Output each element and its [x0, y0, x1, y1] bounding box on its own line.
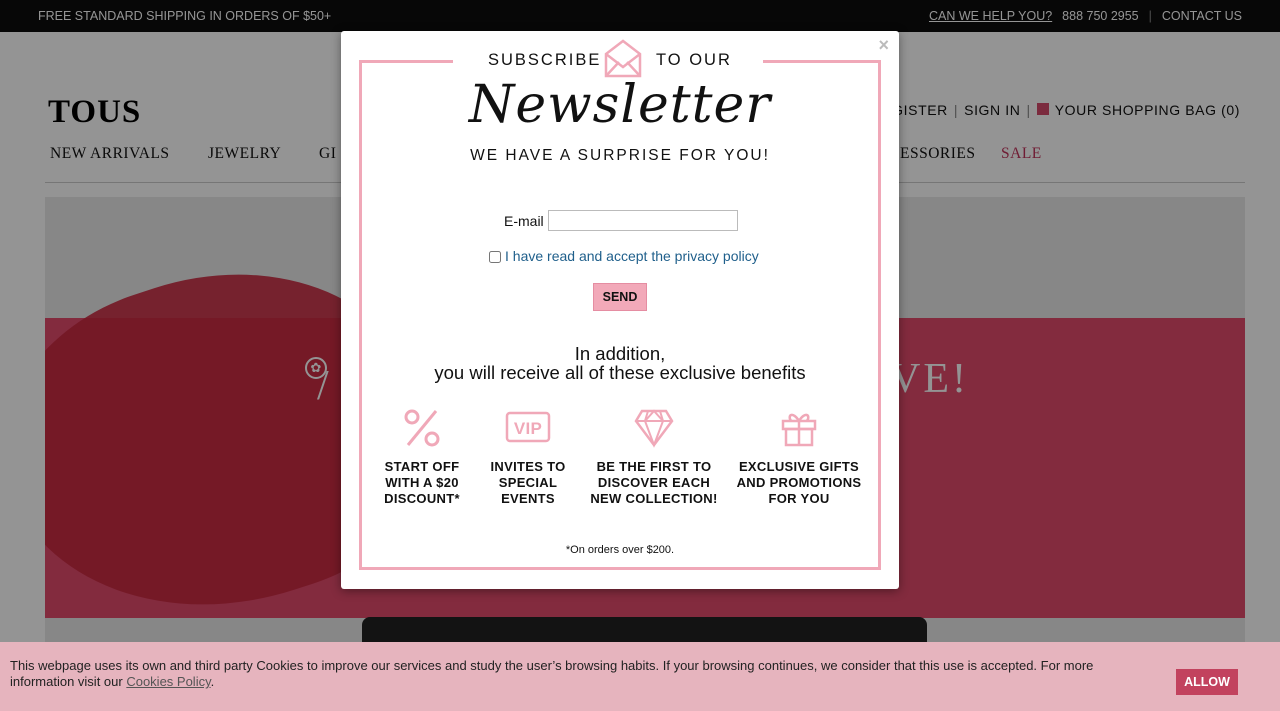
allow-cookies-button[interactable]: ALLOW — [1176, 669, 1238, 695]
svg-text:VIP: VIP — [514, 419, 542, 438]
footnote: *On orders over $200. — [565, 544, 675, 556]
send-button[interactable]: SEND — [593, 283, 647, 311]
privacy-checkbox[interactable] — [489, 251, 501, 263]
benefit-gifts: EXCLUSIVE GIFTS AND PROMOTIONS FOR YOU — [733, 407, 865, 507]
privacy-policy-link[interactable]: I have read and accept the privacy polic… — [505, 248, 759, 264]
benefits-heading-line1: In addition, — [574, 343, 666, 364]
vip-icon: VIP — [505, 411, 551, 443]
benefit-collection: BE THE FIRST TO DISCOVER EACH NEW COLLEC… — [589, 407, 719, 507]
email-row: E-mail — [504, 210, 738, 231]
subscribe-text: SUBSCRIBE — [488, 51, 602, 69]
cookie-banner: This webpage uses its own and third part… — [0, 642, 1280, 711]
benefits-heading: In addition, you will receive all of the… — [341, 344, 899, 382]
email-label: E-mail — [504, 212, 544, 229]
close-icon[interactable]: × — [878, 35, 889, 56]
benefit-line: BE THE FIRST TO — [596, 459, 712, 474]
benefits-heading-line2: you will receive all of these exclusive … — [434, 362, 806, 383]
benefit-line: FOR YOU — [768, 491, 830, 506]
benefit-line: DISCOVER EACH — [597, 475, 711, 490]
newsletter-modal: × SUBSCRIBE TO OUR Newsletter WE HAVE A … — [341, 31, 899, 589]
benefit-line: INVITES TO — [490, 459, 566, 474]
benefit-line: EVENTS — [501, 491, 555, 506]
surprise-heading: WE HAVE A SURPRISE FOR YOU! — [470, 147, 770, 164]
newsletter-title: Newsletter — [468, 75, 772, 135]
envelope-icon — [604, 39, 642, 78]
benefit-line: WITH A $20 — [385, 475, 459, 490]
benefit-line: NEW COLLECTION! — [590, 491, 718, 506]
benefit-line: START OFF — [384, 459, 460, 474]
gift-icon — [781, 413, 817, 447]
to-our-text: TO OUR — [656, 51, 732, 69]
benefit-discount: START OFF WITH A $20 DISCOUNT* — [379, 407, 465, 507]
benefit-line: SPECIAL — [498, 475, 558, 490]
benefit-line: DISCOUNT* — [384, 491, 460, 506]
benefit-vip: VIP INVITES TO SPECIAL EVENTS — [483, 407, 573, 507]
benefit-line: EXCLUSIVE GIFTS — [738, 459, 860, 474]
cookie-text-end: . — [210, 674, 215, 689]
benefit-line: AND PROMOTIONS — [736, 475, 862, 490]
percent-icon — [404, 409, 440, 447]
privacy-row: I have read and accept the privacy polic… — [489, 248, 759, 264]
diamond-icon — [634, 409, 674, 448]
email-input[interactable] — [547, 210, 738, 231]
cookies-policy-link[interactable]: Cookies Policy — [126, 674, 210, 689]
